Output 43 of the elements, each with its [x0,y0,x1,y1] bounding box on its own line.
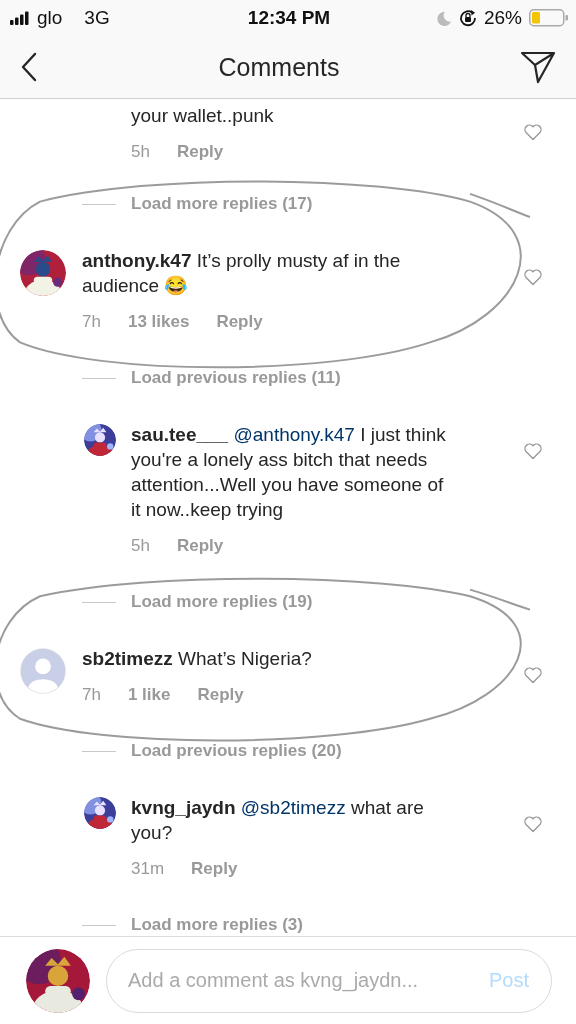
reply-button[interactable]: Reply [197,685,244,705]
heart-icon[interactable] [523,441,543,461]
battery-percent: 26% [483,7,522,29]
back-button[interactable] [20,52,38,82]
comment-time: 31m [131,859,165,879]
comment-time: 7h [82,685,101,705]
heart-icon[interactable] [523,665,543,685]
mention-link[interactable]: @sb2timezz [240,797,346,818]
back-icon [20,52,38,82]
carrier-name: glo [37,7,63,29]
signal-icon [10,11,29,25]
comment-time: 5h [131,536,150,556]
comment-text: your wallet..punk [131,104,275,128]
rotation-lock-icon [458,9,477,27]
load-replies-link[interactable]: Load more replies (19) [131,592,313,612]
share-button[interactable] [520,50,556,84]
moon-icon [435,10,452,26]
heart-icon[interactable] [523,814,543,834]
comment-time: 5h [131,142,150,162]
load-replies-link[interactable]: Load previous replies (11) [131,368,341,388]
comment-text: anthony.k47 It’s prolly musty af in the audience 😂 [82,249,402,298]
clock-time: 12:34 PM [247,7,331,29]
paper-plane-icon [520,50,556,84]
reply-button[interactable]: Reply [191,859,238,879]
reply-button[interactable]: Reply [176,142,224,162]
load-replies-link[interactable]: Load previous replies (20) [131,741,342,761]
reply-button[interactable]: Reply [216,312,263,332]
comment-text: kvng_jaydn @sb2timezz what are you? [131,796,425,845]
mention-link[interactable]: @anthony.k47 [233,424,355,445]
reply-button[interactable]: Reply [176,536,224,556]
like-count[interactable]: 13 likes [127,312,190,332]
heart-icon[interactable] [523,267,543,287]
default-avatar-icon [20,648,66,694]
load-replies-link[interactable]: Load more replies (3) [131,915,303,935]
page-title: Comments [218,52,340,82]
comment-time: 7h [82,312,101,332]
network-type: 3G [84,7,110,29]
load-replies-link[interactable]: Load more replies (17) [131,194,313,214]
heart-icon[interactable] [523,122,543,142]
comment-text: sb2timezz What’s Nigeria? [82,647,313,671]
battery-icon [529,9,568,27]
like-count[interactable]: 1 like [127,685,171,705]
comment-text: sau.tee___ @anthony.k47 I just think you're a lonely ass bitch that needs attention...Well you have someone of it now..keep trying [131,423,447,522]
